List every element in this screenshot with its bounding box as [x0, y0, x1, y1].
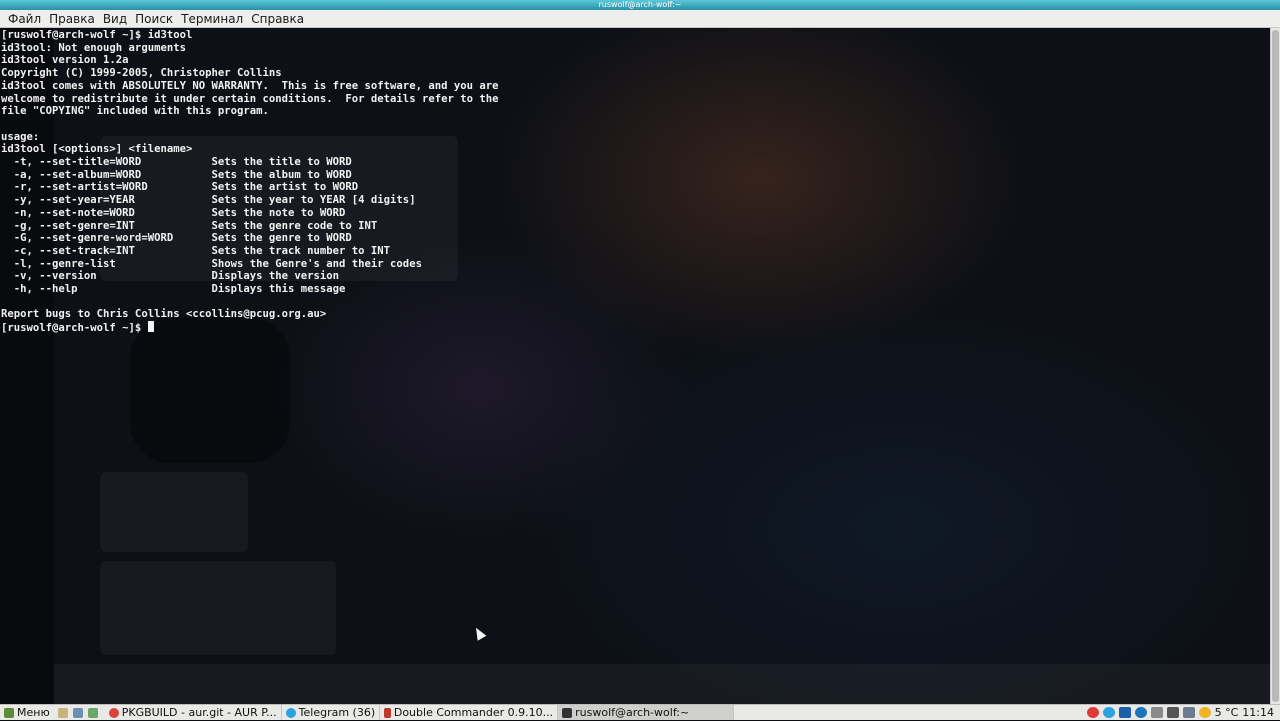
background-input-bar: [54, 664, 1270, 704]
taskbar: Меню PKGBUILD - aur.git - AUR P... Teleg…: [0, 704, 1280, 720]
terminal-line: id3tool comes with ABSOLUTELY NO WARRANT…: [1, 79, 499, 92]
menu-edit[interactable]: Правка: [45, 10, 99, 28]
background-bubble: [100, 561, 336, 655]
terminal-line: -t, --set-title=WORD Sets the title to W…: [13, 156, 352, 169]
task-double-commander[interactable]: Double Commander 0.9.10...: [380, 705, 559, 720]
chrome-icon: [108, 707, 119, 718]
task-label: ruswolf@arch-wolf:~: [575, 706, 690, 719]
menu-logo-icon: [4, 707, 14, 718]
terminal-history: [ruswolf@arch-wolf ~]$ id3tool id3tool: …: [1, 29, 498, 320]
terminal-line: -g, --set-genre=INT Sets the genre code …: [13, 219, 378, 232]
tray-app-icon[interactable]: [1118, 707, 1131, 718]
terminal-line: -h, --help Displays this message: [13, 283, 346, 296]
task-label: Double Commander 0.9.10...: [393, 706, 554, 719]
network-icon[interactable]: [1182, 707, 1195, 718]
menu-search[interactable]: Поиск: [131, 10, 177, 28]
show-desktop-icon[interactable]: [57, 707, 68, 718]
terminal-area[interactable]: [ruswolf@arch-wolf ~]$ id3tool id3tool: …: [0, 28, 1270, 704]
quick-launch: [54, 707, 105, 718]
terminal-line: file "COPYING" included with this progra…: [1, 105, 269, 118]
terminal-line: usage:: [1, 130, 40, 143]
terminal-line: -l, --genre-list Shows the Genre's and t…: [13, 257, 422, 270]
terminal-scrollbar[interactable]: [1270, 28, 1280, 704]
menu-help[interactable]: Справка: [247, 10, 308, 28]
menu-bar: Файл Правка Вид Поиск Терминал Справка: [0, 10, 1280, 28]
terminal-icon: [562, 707, 573, 718]
telegram-icon: [285, 707, 296, 718]
file-manager-icon[interactable]: [72, 707, 83, 718]
tray-app-icon[interactable]: [1086, 707, 1099, 718]
task-label: PKGBUILD - aur.git - AUR P...: [121, 706, 277, 719]
background-bubble: [100, 472, 248, 552]
terminal-line: welcome to redistribute it under certain…: [1, 92, 499, 105]
task-chrome[interactable]: PKGBUILD - aur.git - AUR P...: [105, 705, 282, 720]
task-terminal[interactable]: ruswolf@arch-wolf:~: [558, 705, 735, 720]
terminal-line: Report bugs to Chris Collins <ccollins@p…: [1, 308, 327, 321]
terminal-line: id3tool version 1.2a: [1, 54, 129, 67]
task-telegram[interactable]: Telegram (36): [282, 705, 381, 720]
terminal-line: -G, --set-genre-word=WORD Sets the genre…: [13, 232, 352, 245]
weather-icon: [1198, 707, 1211, 718]
terminal-output: [ruswolf@arch-wolf ~]$ id3tool id3tool: …: [1, 29, 498, 335]
terminal-line: -a, --set-album=WORD Sets the album to W…: [13, 168, 352, 181]
background-sticker: [130, 318, 290, 463]
text-cursor: [147, 321, 154, 333]
tray-app-icon[interactable]: [1102, 707, 1115, 718]
terminal-line: id3tool: Not enough arguments: [1, 41, 186, 54]
window-title: ruswolf@arch-wolf:~: [598, 0, 682, 9]
scrollbar-thumb[interactable]: [1272, 30, 1279, 702]
terminal-line: [ruswolf@arch-wolf ~]$ id3tool: [1, 29, 193, 41]
menu-view[interactable]: Вид: [99, 10, 131, 28]
start-menu-button[interactable]: Меню: [0, 705, 54, 721]
start-menu-label: Меню: [17, 706, 50, 719]
weather-temperature: 5 °C: [1214, 706, 1239, 719]
browser-icon[interactable]: [87, 707, 98, 718]
terminal-prompt: [ruswolf@arch-wolf ~]$: [1, 322, 148, 335]
hp-icon[interactable]: [1134, 707, 1147, 718]
terminal-line: -n, --set-note=WORD Sets the note to WOR…: [13, 206, 346, 219]
window-titlebar[interactable]: ruswolf@arch-wolf:~: [0, 0, 1280, 10]
system-tray: 5 °C 11:14: [1086, 706, 1280, 719]
terminal-line: Copyright (C) 1999-2005, Christopher Col…: [1, 67, 282, 80]
battery-icon[interactable]: [1150, 707, 1163, 718]
menu-terminal[interactable]: Терминал: [177, 10, 247, 28]
terminal-line: -y, --set-year=YEAR Sets the year to YEA…: [13, 194, 416, 207]
double-commander-icon: [384, 707, 391, 718]
terminal-line: -c, --set-track=INT Sets the track numbe…: [13, 244, 391, 257]
clock[interactable]: 11:14: [1242, 706, 1274, 719]
task-label: Telegram (36): [298, 706, 376, 719]
terminal-line: -r, --set-artist=WORD Sets the artist to…: [13, 181, 359, 194]
terminal-line: -v, --version Displays the version: [13, 270, 340, 283]
volume-icon[interactable]: [1166, 707, 1179, 718]
menu-file[interactable]: Файл: [4, 10, 45, 28]
terminal-line: id3tool [<options>] <filename>: [1, 143, 193, 156]
